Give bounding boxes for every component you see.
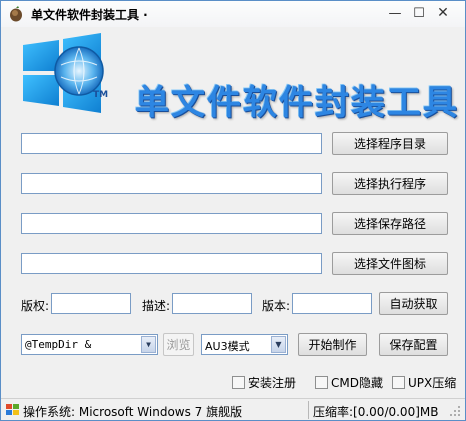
upx-compress-label: UPX压缩 <box>408 376 457 390</box>
copyright-label: 版权: <box>21 299 50 313</box>
checkbox-box[interactable] <box>315 376 328 389</box>
temp-dir-value: @TempDir & <box>25 338 92 351</box>
svg-text:TM: TM <box>93 90 108 100</box>
os-status: 操作系统: Microsoft Windows 7 旗舰版 <box>23 405 243 419</box>
banner: TM 单文件软件封装工具 <box>21 31 457 123</box>
file-icon-input[interactable] <box>21 253 322 274</box>
browse-button[interactable]: 浏览 <box>163 333 194 356</box>
version-input[interactable] <box>292 293 372 314</box>
compression-status: 压缩率:[0.00/0.00]MB <box>313 405 439 419</box>
resize-grip-icon[interactable] <box>449 405 461 417</box>
copyright-input[interactable] <box>51 293 131 314</box>
select-save-path-button[interactable]: 选择保存路径 <box>332 212 448 235</box>
select-program-dir-button[interactable]: 选择程序目录 <box>332 132 448 155</box>
windows-flag-icon <box>6 404 19 415</box>
minimize-button[interactable]: — <box>385 5 405 21</box>
install-register-label: 安装注册 <box>248 376 297 390</box>
cmd-hidden-checkbox[interactable]: CMD隐藏 <box>315 374 383 391</box>
select-executable-button[interactable]: 选择执行程序 <box>332 172 448 195</box>
window-title: 单文件软件封装工具 · <box>31 8 148 22</box>
chevron-down-icon[interactable]: ▼ <box>141 336 156 353</box>
description-label: 描述: <box>142 299 171 313</box>
checkbox-box[interactable] <box>392 376 405 389</box>
executable-input[interactable] <box>21 173 322 194</box>
cmd-hidden-label: CMD隐藏 <box>331 376 383 390</box>
description-input[interactable] <box>172 293 252 314</box>
mode-combo[interactable]: AU3模式 ▼ <box>201 334 288 355</box>
temp-dir-combo[interactable]: @TempDir & ▼ <box>21 334 158 355</box>
status-divider <box>308 401 309 419</box>
install-register-checkbox[interactable]: 安装注册 <box>232 374 296 391</box>
upx-compress-checkbox[interactable]: UPX压缩 <box>392 374 456 391</box>
close-button[interactable]: ✕ <box>433 5 453 21</box>
maximize-button[interactable]: ☐ <box>409 5 429 21</box>
mode-value: AU3模式 <box>205 340 250 353</box>
checkbox-box[interactable] <box>232 376 245 389</box>
save-config-button[interactable]: 保存配置 <box>379 333 448 356</box>
app-window: 单文件软件封装工具 · — ☐ ✕ TM 单文件软件封装工具 选择程序目录 选择… <box>0 0 466 421</box>
chevron-down-icon[interactable]: ▼ <box>271 336 286 353</box>
app-icon <box>10 6 22 22</box>
auto-fetch-button[interactable]: 自动获取 <box>379 292 448 315</box>
version-label: 版本: <box>262 299 291 313</box>
start-build-button[interactable]: 开始制作 <box>298 333 367 356</box>
banner-title: 单文件软件封装工具 <box>135 83 459 123</box>
status-bar: 操作系统: Microsoft Windows 7 旗舰版 压缩率:[0.00/… <box>1 398 465 420</box>
windows-logo-icon: TM <box>23 33 108 113</box>
title-bar[interactable]: 单文件软件封装工具 · — ☐ ✕ <box>1 1 465 27</box>
program-dir-input[interactable] <box>21 133 322 154</box>
save-path-input[interactable] <box>21 213 322 234</box>
select-file-icon-button[interactable]: 选择文件图标 <box>332 252 448 275</box>
